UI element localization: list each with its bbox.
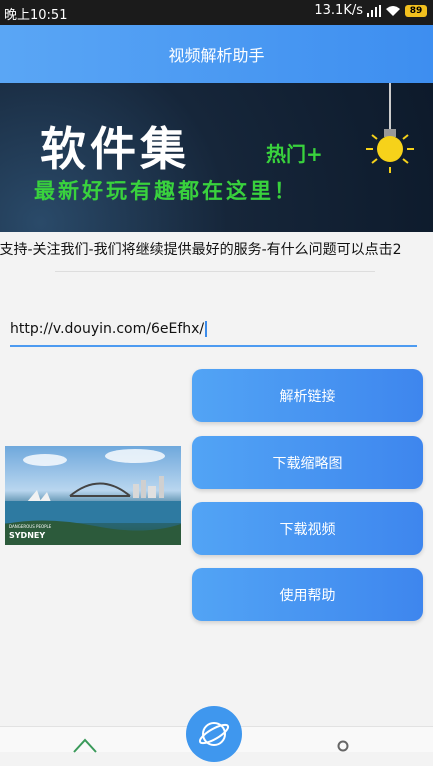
banner-title: 软件集	[40, 122, 190, 176]
url-input[interactable]: http://v.douyin.com/6eEfhx/	[10, 315, 417, 347]
battery-icon: 89	[405, 4, 427, 17]
parse-link-button[interactable]: 解析链接	[192, 369, 423, 422]
download-thumbnail-button[interactable]: 下载缩略图	[192, 436, 423, 489]
url-input-value: http://v.douyin.com/6eEfhx/	[10, 321, 205, 337]
video-thumbnail: DANGEROUS PEOPLE SYDNEY	[5, 446, 181, 545]
text-cursor	[205, 321, 208, 337]
wifi-icon	[386, 5, 400, 16]
download-video-button[interactable]: 下载视频	[192, 502, 423, 555]
banner-slogan: 最新好玩有趣都在这里！	[34, 179, 298, 203]
banner-hot-label: 热门+	[266, 142, 323, 166]
photo-caption-city: SYDNEY	[9, 531, 46, 540]
photo-caption-small: DANGEROUS PEOPLE	[9, 524, 52, 529]
lightbulb-icon	[366, 83, 414, 173]
network-speed: 13.1K/s	[314, 3, 363, 18]
app-bar: 视频解析助手	[0, 25, 433, 83]
help-button[interactable]: 使用帮助	[192, 568, 423, 621]
center-action-button[interactable]	[186, 706, 242, 762]
divider	[55, 271, 375, 272]
status-indicators: 13.1K/s 89	[314, 3, 427, 18]
status-time: 晚上10:51	[4, 8, 68, 23]
marquee-text: ]支持-关注我们-我们将继续提供最好的服务-有什么问题可以点击2	[0, 242, 402, 258]
notice-marquee: ]支持-关注我们-我们将继续提供最好的服务-有什么问题可以点击2	[0, 236, 433, 264]
planet-icon	[198, 722, 230, 746]
page-title: 视频解析助手	[168, 46, 265, 65]
status-bar: 晚上10:51 13.1K/s 89	[0, 0, 433, 25]
promo-banner[interactable]: 软件集 热门+ 最新好玩有趣都在这里！	[0, 83, 433, 232]
signal-icon	[367, 4, 381, 17]
